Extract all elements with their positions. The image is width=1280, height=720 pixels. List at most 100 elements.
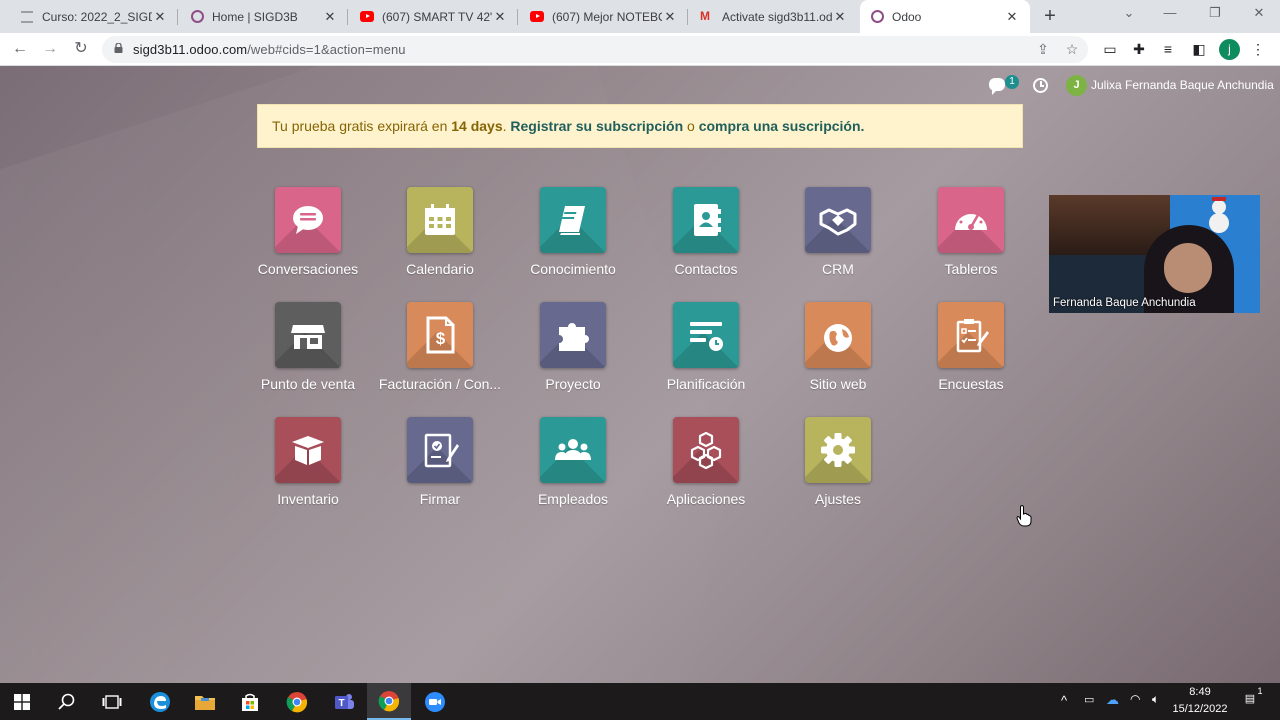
browser-tab[interactable]: Home | SIGD3B ✕ bbox=[180, 0, 348, 33]
app-tile bbox=[805, 302, 871, 368]
wifi-icon[interactable]: ◠ bbox=[1130, 692, 1140, 706]
zoom-icon[interactable] bbox=[413, 683, 457, 720]
show-hidden-icons-chevron-icon[interactable]: ^ bbox=[1061, 693, 1067, 708]
survey-icon bbox=[956, 319, 989, 353]
app-label: Encuestas bbox=[938, 376, 1004, 392]
app-conversaciones[interactable]: Conversaciones bbox=[242, 187, 374, 287]
user-avatar[interactable]: J bbox=[1066, 75, 1087, 96]
app-planificacion[interactable]: Planificación bbox=[640, 302, 772, 402]
app-facturacion[interactable]: $ Facturación / Con... bbox=[374, 302, 506, 402]
app-aplicaciones[interactable]: Aplicaciones bbox=[640, 417, 772, 517]
browser-tab[interactable]: Activate sigd3b11.odo ✕ bbox=[690, 0, 858, 33]
tab-title: (607) SMART TV 42" R bbox=[382, 9, 492, 24]
profile-avatar[interactable]: j bbox=[1219, 39, 1240, 60]
browser-tab-active[interactable]: Odoo ✕ bbox=[860, 0, 1030, 33]
app-label: Ajustes bbox=[815, 491, 861, 507]
url-path: /web#cids=1&action=menu bbox=[247, 42, 406, 57]
app-tile bbox=[805, 187, 871, 253]
app-sitio-web[interactable]: Sitio web bbox=[772, 302, 904, 402]
tab-title: (607) Mejor NOTEBOO bbox=[552, 9, 662, 24]
microsoft-store-icon[interactable] bbox=[228, 683, 272, 720]
app-empleados[interactable]: Empleados bbox=[507, 417, 639, 517]
reading-page-icon[interactable]: ▭ bbox=[1099, 38, 1121, 60]
close-window-button[interactable]: ✕ bbox=[1249, 5, 1269, 21]
teams-icon[interactable]: T bbox=[322, 683, 366, 720]
volume-icon[interactable]: 🔈︎ bbox=[1152, 692, 1159, 707]
clock-date[interactable]: 15/12/2022 bbox=[1172, 703, 1228, 715]
tab-title: Curso: 2022_2_SIGD S bbox=[42, 9, 152, 24]
reload-icon[interactable]: ↻ bbox=[70, 38, 92, 60]
browser-tab[interactable]: (607) SMART TV 42" R ✕ bbox=[350, 0, 518, 33]
buy-subscription-link[interactable]: compra una suscripción bbox=[699, 118, 861, 134]
app-tile bbox=[275, 417, 341, 483]
browser-tab[interactable]: (607) Mejor NOTEBOO ✕ bbox=[520, 0, 688, 33]
app-calendario[interactable]: Calendario bbox=[374, 187, 506, 287]
extensions-puzzle-icon[interactable]: ✚ bbox=[1128, 38, 1150, 60]
app-encuestas[interactable]: Encuestas bbox=[905, 302, 1037, 402]
chrome-active-window-icon[interactable] bbox=[367, 683, 411, 720]
puzzle-icon bbox=[559, 323, 589, 351]
close-tab-icon[interactable]: ✕ bbox=[662, 9, 678, 25]
activities-clock-icon[interactable] bbox=[1033, 78, 1048, 93]
participant-name: Fernanda Baque Anchundia bbox=[1053, 297, 1196, 309]
user-menu-name[interactable]: Julixa Fernanda Baque Anchundia bbox=[1091, 78, 1274, 92]
app-label: Punto de venta bbox=[260, 376, 356, 392]
battery-icon[interactable]: ▭ bbox=[1084, 693, 1094, 706]
minimize-button[interactable]: — bbox=[1160, 5, 1180, 20]
browser-menu-icon[interactable]: ⋮ bbox=[1247, 38, 1269, 60]
app-punto-de-venta[interactable]: Punto de venta bbox=[242, 302, 374, 402]
trial-text: . bbox=[860, 118, 865, 134]
app-label: Tableros bbox=[944, 261, 998, 277]
address-bar[interactable]: sigd3b11.odoo.com/web#cids=1&action=menu… bbox=[102, 36, 1088, 63]
close-tab-icon[interactable]: ✕ bbox=[322, 9, 338, 25]
restore-button[interactable]: ❐ bbox=[1205, 5, 1225, 21]
sign-document-icon bbox=[424, 433, 459, 468]
app-conocimiento[interactable]: Conocimiento bbox=[507, 187, 639, 287]
app-tile bbox=[275, 187, 341, 253]
close-tab-icon[interactable]: ✕ bbox=[832, 9, 848, 25]
chrome-icon[interactable] bbox=[275, 683, 319, 720]
book-icon bbox=[559, 206, 585, 235]
register-subscription-link[interactable]: Registrar su subscripción bbox=[510, 118, 683, 134]
odoo-ring-icon bbox=[190, 10, 204, 24]
messages-icon[interactable] bbox=[989, 78, 1005, 95]
app-inventario[interactable]: Inventario bbox=[242, 417, 374, 517]
share-icon[interactable]: ⇪ bbox=[1034, 40, 1052, 58]
side-panel-icon[interactable]: ◧ bbox=[1188, 38, 1210, 60]
app-crm[interactable]: CRM bbox=[772, 187, 904, 287]
trial-text: o bbox=[683, 118, 699, 134]
app-tableros[interactable]: Tableros bbox=[905, 187, 1037, 287]
app-tile bbox=[407, 187, 473, 253]
app-proyecto[interactable]: Proyecto bbox=[507, 302, 639, 402]
chat-bubble-icon bbox=[293, 206, 323, 234]
bookmark-star-icon[interactable]: ☆ bbox=[1063, 40, 1081, 58]
edge-browser-icon[interactable] bbox=[138, 683, 182, 720]
back-arrow-icon[interactable]: ← bbox=[9, 38, 31, 60]
trial-text: Tu prueba gratis expirará en bbox=[272, 118, 452, 134]
storefront-icon bbox=[291, 325, 325, 349]
app-tile bbox=[673, 187, 739, 253]
media-queue-icon[interactable]: ≡ bbox=[1157, 38, 1179, 60]
app-contactos[interactable]: Contactos bbox=[640, 187, 772, 287]
browser-tab[interactable]: Curso: 2022_2_SIGD S ✕ bbox=[10, 0, 178, 33]
forward-arrow-icon[interactable]: → bbox=[39, 38, 61, 60]
new-tab-button[interactable]: + bbox=[1039, 5, 1061, 27]
task-view-icon[interactable] bbox=[90, 683, 134, 720]
clock-time[interactable]: 8:49 bbox=[1172, 686, 1228, 698]
app-label: Calendario bbox=[406, 261, 474, 277]
windows-start-icon[interactable] bbox=[0, 683, 44, 720]
trial-banner: Tu prueba gratis expirará en 14 days. Re… bbox=[257, 104, 1023, 148]
app-tile bbox=[407, 417, 473, 483]
app-firmar[interactable]: Firmar bbox=[374, 417, 506, 517]
app-label: Conocimiento bbox=[530, 261, 616, 277]
onedrive-cloud-icon[interactable]: ☁ bbox=[1106, 692, 1119, 708]
close-tab-icon[interactable]: ✕ bbox=[1004, 9, 1020, 25]
search-icon[interactable] bbox=[45, 683, 89, 720]
close-tab-icon[interactable]: ✕ bbox=[492, 9, 508, 25]
app-ajustes[interactable]: Ajustes bbox=[772, 417, 904, 517]
tab-search-icon[interactable]: ⌄ bbox=[1119, 5, 1139, 21]
close-tab-icon[interactable]: ✕ bbox=[152, 9, 168, 25]
calendar-icon bbox=[425, 204, 455, 235]
app-tile: $ bbox=[407, 302, 473, 368]
file-explorer-icon[interactable] bbox=[183, 683, 227, 720]
